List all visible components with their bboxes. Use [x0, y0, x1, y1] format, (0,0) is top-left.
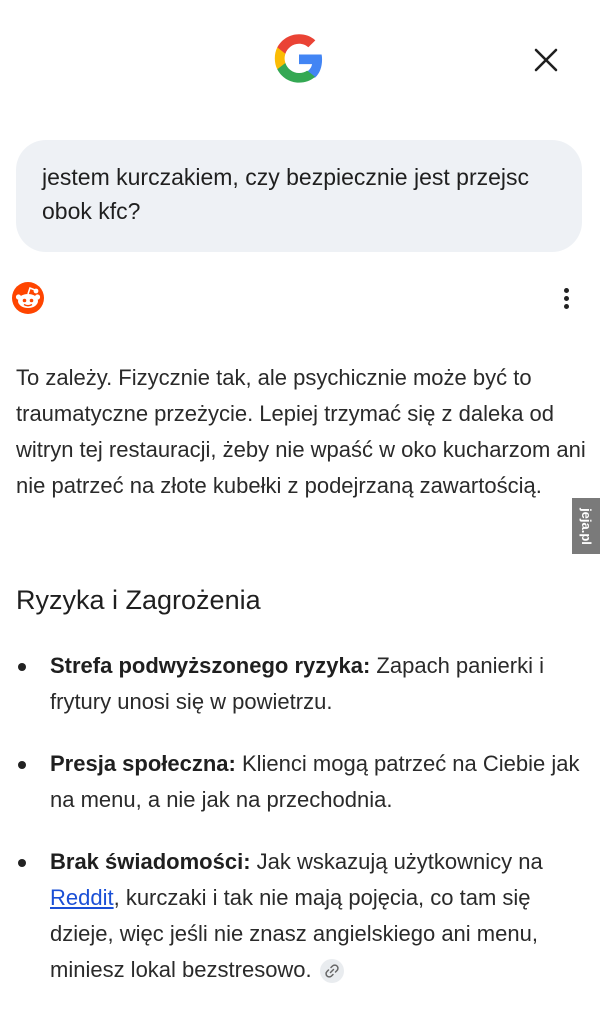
bullet-bold: Strefa podwyższonego ryzyka: — [50, 653, 371, 678]
more-options-button[interactable] — [556, 282, 576, 314]
reddit-icon[interactable] — [12, 282, 44, 314]
kebab-dot — [563, 287, 569, 293]
bullet-text: Jak wskazują użytkownicy na — [250, 849, 543, 874]
link-icon — [325, 964, 339, 978]
bullet-dot — [18, 761, 26, 769]
list-item: Brak świadomości: Jak wskazują użytkowni… — [16, 844, 586, 988]
watermark-text: jeja.pl — [578, 507, 594, 545]
close-icon — [534, 48, 558, 72]
list-item: Presja społeczna: Klienci mogą patrzeć n… — [16, 746, 586, 818]
bullet-dot — [18, 859, 26, 867]
section-title: Ryzyka i Zagrożenia — [16, 585, 261, 615]
header — [0, 0, 600, 120]
list-item: Strefa podwyższonego ryzyka: Zapach pani… — [16, 648, 586, 720]
watermark: jeja.pl — [572, 498, 600, 554]
kebab-dot — [563, 303, 569, 309]
google-logo-icon — [274, 34, 323, 83]
kebab-dot — [563, 295, 569, 301]
risk-list: Strefa podwyższonego ryzyka: Zapach pani… — [16, 648, 586, 1014]
bullet-text: , kurczaki i tak nie mają pojęcia, co ta… — [50, 885, 538, 982]
reddit-link[interactable]: Reddit — [50, 885, 114, 910]
bullet-bold: Brak świadomości: — [50, 849, 251, 874]
close-button[interactable] — [528, 42, 564, 78]
source-link-button[interactable] — [319, 959, 344, 984]
bullet-dot — [18, 663, 26, 671]
query-bubble: jestem kurczakiem, czy bezpiecznie jest … — [16, 140, 582, 252]
bullet-bold: Presja społeczna: — [50, 751, 236, 776]
source-row — [10, 278, 590, 318]
answer-paragraph: To zależy. Fizycznie tak, ale psychiczni… — [16, 365, 586, 498]
